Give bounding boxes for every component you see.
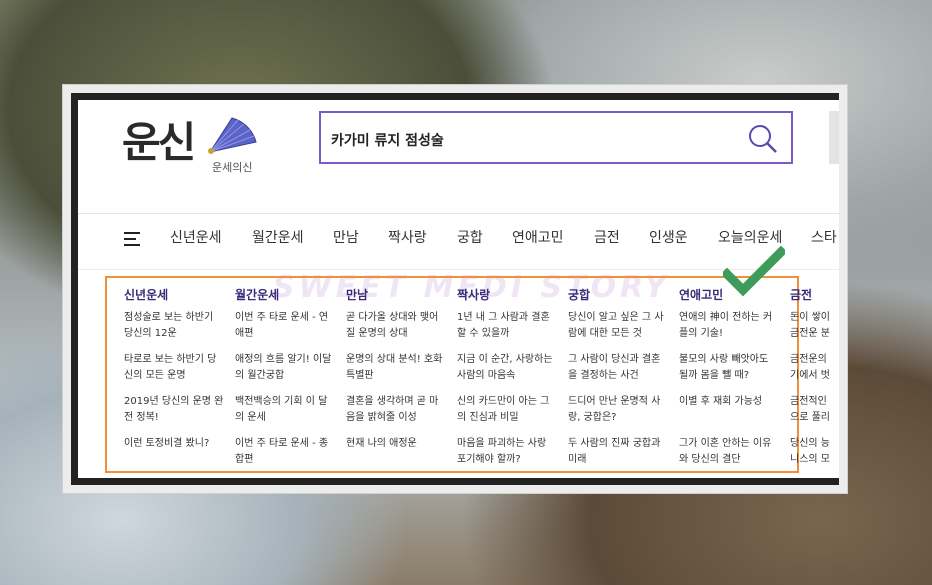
list-item[interactable]: 이번 주 타로 운세 - 종합편 bbox=[235, 436, 335, 468]
list-item[interactable]: 당신이 알고 싶은 그 사람에 대한 모든 것 bbox=[568, 310, 668, 342]
nav-item-meeting[interactable]: 만남 bbox=[333, 227, 359, 247]
menu-column-crush: 짝사랑 1년 내 그 사람과 결혼할 수 있을까 지금 이 순간, 사랑하는 사… bbox=[457, 286, 557, 478]
list-item[interactable]: 이번 주 타로 운세 - 연애편 bbox=[235, 310, 335, 342]
nav-item-life[interactable]: 인생운 bbox=[649, 227, 688, 247]
nav-item-love-worry[interactable]: 연애고민 bbox=[512, 227, 564, 247]
column-title[interactable]: 만남 bbox=[346, 286, 446, 302]
side-panel-edge bbox=[829, 111, 839, 164]
list-item[interactable]: 이런 토정비결 봤니? bbox=[124, 436, 224, 468]
list-item[interactable]: 백전백승의 기회 이 달의 운세 bbox=[235, 394, 335, 426]
divider bbox=[78, 213, 839, 214]
list-item[interactable]: 그 사람이 당신과 결혼을 결정하는 사건 bbox=[568, 352, 668, 384]
list-item[interactable]: 2019년 당신의 운명 완전 정복! bbox=[124, 394, 224, 426]
nav-item-money[interactable]: 금전 bbox=[594, 227, 620, 247]
column-title[interactable]: 궁합 bbox=[568, 286, 668, 302]
list-item[interactable]: 곧 다가올 상대와 맺어질 운명의 상대 bbox=[346, 310, 446, 342]
list-item[interactable]: 이별 후 재회 가능성 bbox=[679, 394, 779, 426]
list-item[interactable]: 점성술로 보는 하반기 당신의 12운 bbox=[124, 310, 224, 342]
list-item[interactable]: 지금 이 순간, 사랑하는 사람의 마음속 bbox=[457, 352, 557, 384]
logo-subtitle: 운세의신 bbox=[212, 161, 253, 174]
list-item[interactable]: 애정의 흐름 알기! 이달의 월간궁합 bbox=[235, 352, 335, 384]
list-item[interactable]: 현재 나의 애정운 bbox=[346, 436, 446, 468]
column-title[interactable]: 금전 bbox=[790, 286, 839, 302]
menu-column-new-year: 신년운세 점성술로 보는 하반기 당신의 12운 타로로 보는 하반기 당신의 … bbox=[124, 286, 224, 478]
monitor-bezel: 운신 운세의신 카가미 류지 점성술 신년운세 월간운세 만남 짝사랑 궁합 연… bbox=[71, 93, 839, 485]
list-item[interactable]: 두 사람의 진짜 궁합과 미래 bbox=[568, 436, 668, 468]
list-item[interactable]: 금전적인 으로 풀리 bbox=[790, 394, 839, 426]
screenshot-frame: 운신 운세의신 카가미 류지 점성술 신년운세 월간운세 만남 짝사랑 궁합 연… bbox=[62, 84, 848, 494]
list-item[interactable]: 금전운의 기에서 벗 bbox=[790, 352, 839, 384]
list-item[interactable]: 1년 내 그 사람과 결혼할 수 있을까 bbox=[457, 310, 557, 342]
menu-column-monthly: 월간운세 이번 주 타로 운세 - 연애편 애정의 흐름 알기! 이달의 월간궁… bbox=[235, 286, 335, 478]
nav-item-star[interactable]: 스타 bbox=[811, 227, 837, 247]
nav-item-monthly[interactable]: 월간운세 bbox=[252, 227, 304, 247]
fan-icon bbox=[208, 117, 257, 154]
column-title[interactable]: 월간운세 bbox=[235, 286, 335, 302]
list-item[interactable]: 돈이 쌓이 금전운 분 bbox=[790, 310, 839, 342]
search-box[interactable]: 카가미 류지 점성술 bbox=[319, 111, 793, 164]
list-item[interactable]: 타로로 보는 하반기 당신의 모든 운명 bbox=[124, 352, 224, 384]
menu-column-meeting: 만남 곧 다가올 상대와 맺어질 운명의 상대 운명의 상대 분석! 호화특별판… bbox=[346, 286, 446, 478]
search-icon[interactable] bbox=[747, 123, 779, 155]
list-item[interactable]: 결혼을 생각하며 곧 마음을 밝혀줄 이성 bbox=[346, 394, 446, 426]
list-item[interactable]: 운명의 상대 분석! 호화특별판 bbox=[346, 352, 446, 384]
nav-item-new-year[interactable]: 신년운세 bbox=[170, 227, 222, 247]
list-item[interactable]: 당신의 능 니스의 모 bbox=[790, 436, 839, 468]
logo-text: 운신 bbox=[122, 118, 196, 167]
column-title[interactable]: 신년운세 bbox=[124, 286, 224, 302]
menu-column-money: 금전 돈이 쌓이 금전운 분 금전운의 기에서 벗 금전적인 으로 풀리 당신의… bbox=[790, 286, 839, 478]
nav-item-compatibility[interactable]: 궁합 bbox=[457, 227, 483, 247]
nav-item-today[interactable]: 오늘의운세 bbox=[718, 227, 782, 247]
nav-item-crush[interactable]: 짝사랑 bbox=[388, 227, 427, 247]
menu-column-love-worry: 연애고민 연애의 神이 전하는 커플의 기술! 불모의 사랑 빼앗아도 될까 몸… bbox=[679, 286, 779, 478]
search-input[interactable]: 카가미 류지 점성술 bbox=[331, 130, 444, 150]
menu-column-compatibility: 궁합 당신이 알고 싶은 그 사람에 대한 모든 것 그 사람이 당신과 결혼을… bbox=[568, 286, 668, 478]
list-item[interactable]: 신의 카드만이 아는 그의 진심과 비밀 bbox=[457, 394, 557, 426]
column-title[interactable]: 짝사랑 bbox=[457, 286, 557, 302]
list-item[interactable]: 그가 이혼 안하는 이유와 당신의 결단 bbox=[679, 436, 779, 468]
site-logo[interactable]: 운신 운세의신 bbox=[122, 114, 272, 184]
list-item[interactable]: 불모의 사랑 빼앗아도 될까 몸을 뺄 때? bbox=[679, 352, 779, 384]
hamburger-icon[interactable] bbox=[124, 232, 142, 248]
list-item[interactable]: 연애의 神이 전하는 커플의 기술! bbox=[679, 310, 779, 342]
web-page: 운신 운세의신 카가미 류지 점성술 신년운세 월간운세 만남 짝사랑 궁합 연… bbox=[78, 100, 839, 478]
list-item[interactable]: 마음을 파괴하는 사랑 포기해야 할까? bbox=[457, 436, 557, 468]
checkmark-icon bbox=[723, 246, 785, 297]
list-item[interactable]: 드디어 만난 운명적 사랑, 궁합은? bbox=[568, 394, 668, 426]
